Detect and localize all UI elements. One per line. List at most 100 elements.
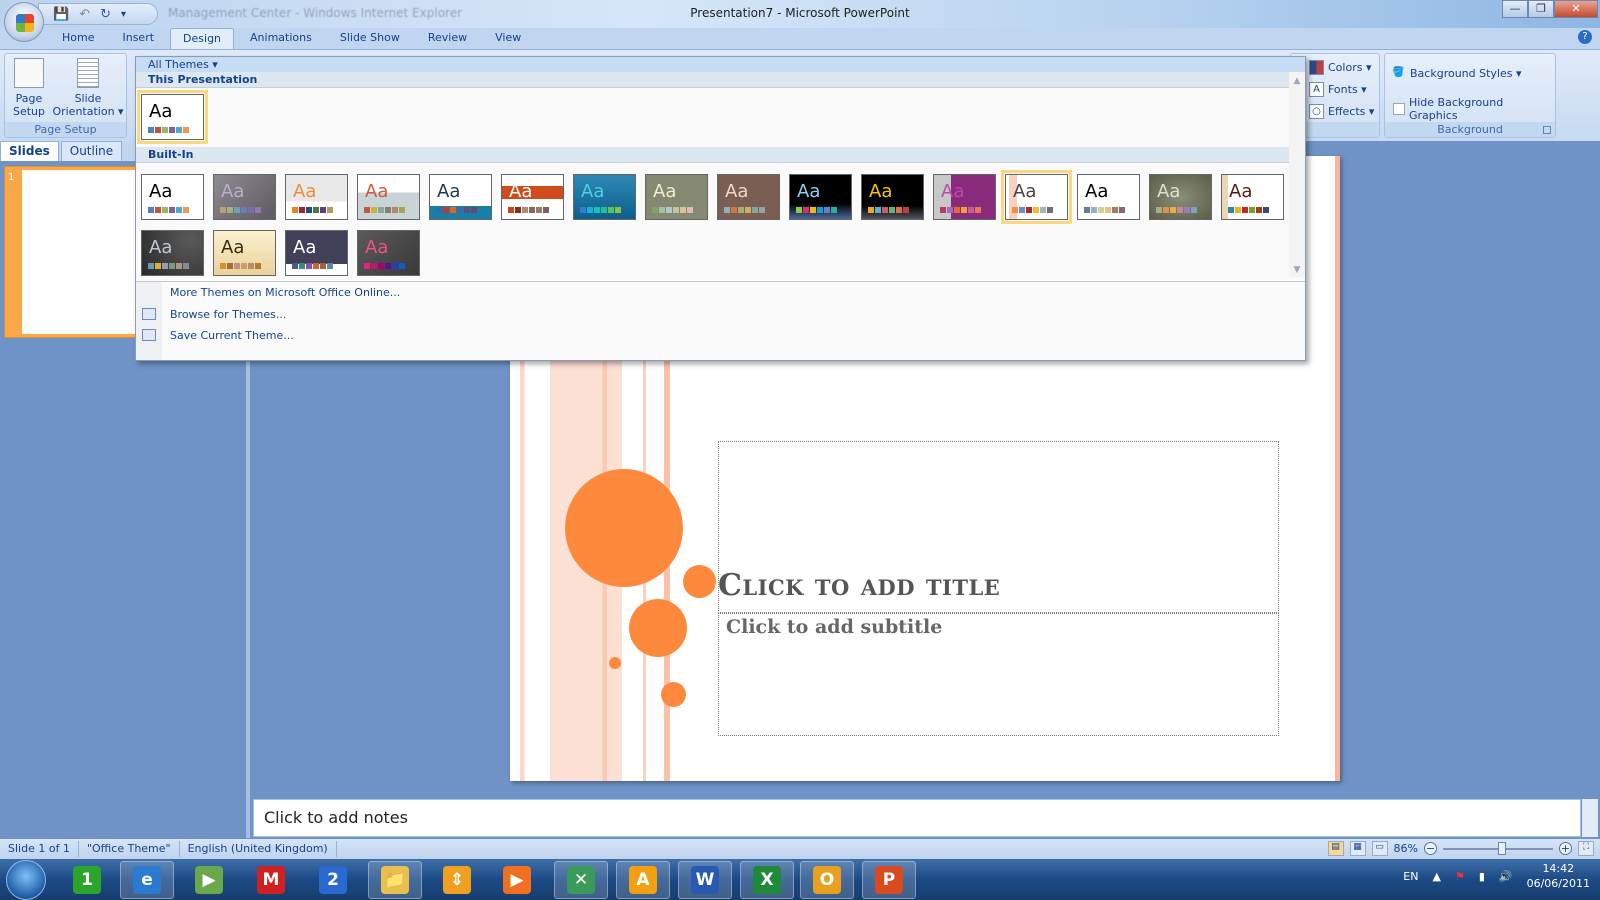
language-bar[interactable]: EN bbox=[1403, 870, 1418, 883]
theme-tile[interactable]: Aa bbox=[645, 174, 708, 220]
help-icon[interactable]: ? bbox=[1578, 30, 1592, 44]
taskbar-item[interactable]: ▶ bbox=[490, 861, 544, 899]
color-swatch bbox=[889, 207, 895, 213]
tab-slide-show[interactable]: Slide Show bbox=[328, 28, 412, 49]
taskbar-item[interactable]: ▶ bbox=[182, 861, 236, 899]
taskbar-item[interactable]: W bbox=[678, 861, 732, 899]
fonts-button[interactable]: A Fonts ▾ bbox=[1309, 82, 1367, 97]
color-swatch bbox=[227, 207, 233, 213]
theme-tile[interactable]: Aa bbox=[141, 174, 204, 220]
clock[interactable]: 14:42 06/06/2011 bbox=[1527, 861, 1590, 891]
slide-title[interactable]: Click to add title bbox=[718, 568, 1000, 603]
taskbar-item[interactable]: M bbox=[244, 861, 298, 899]
page-setup-button[interactable]: Page Setup bbox=[11, 58, 47, 118]
more-themes-online-link[interactable]: More Themes on Microsoft Office Online..… bbox=[170, 286, 400, 299]
restore-button[interactable]: ❐ bbox=[1528, 0, 1554, 18]
theme-tile[interactable]: Aa bbox=[501, 174, 564, 220]
browse-for-themes-link[interactable]: Browse for Themes... bbox=[170, 308, 286, 321]
tab-insert[interactable]: Insert bbox=[110, 28, 166, 49]
hide-background-graphics-checkbox[interactable]: Hide Background Graphics bbox=[1393, 96, 1555, 122]
tab-view[interactable]: View bbox=[483, 28, 533, 49]
paint-bucket-icon: 🪣 bbox=[1392, 67, 1405, 78]
effects-button[interactable]: ○ Effects ▾ bbox=[1309, 104, 1374, 119]
colors-button[interactable]: Colors ▾ bbox=[1309, 60, 1371, 75]
normal-view-icon[interactable]: ▤ bbox=[1327, 841, 1344, 856]
tab-review[interactable]: Review bbox=[416, 28, 479, 49]
all-themes-filter[interactable]: All Themes ▾ bbox=[136, 57, 1305, 72]
checkbox-icon bbox=[1393, 103, 1405, 115]
theme-tile[interactable]: Aa bbox=[213, 230, 276, 276]
zoom-out-icon[interactable]: − bbox=[1424, 842, 1437, 855]
theme-tile[interactable]: Aa bbox=[717, 174, 780, 220]
clock-date: 06/06/2011 bbox=[1526, 877, 1590, 890]
taskbar-item[interactable]: A bbox=[616, 861, 670, 899]
action-center-flag-icon[interactable]: ⚑ bbox=[1455, 870, 1465, 883]
theme-tile[interactable]: Aa bbox=[573, 174, 636, 220]
language-indicator[interactable]: English (United Kingdom) bbox=[180, 841, 337, 857]
fit-to-window-icon[interactable]: ⛶ bbox=[1578, 841, 1594, 856]
tab-outline[interactable]: Outline bbox=[60, 141, 123, 161]
color-swatch bbox=[1119, 207, 1125, 213]
zoom-slider-thumb[interactable] bbox=[1498, 841, 1507, 855]
close-button[interactable]: ✕ bbox=[1554, 0, 1598, 18]
theme-preview-text: Aa bbox=[1085, 181, 1109, 202]
taskbar-item[interactable]: 2 bbox=[306, 861, 360, 899]
taskbar-item[interactable]: O bbox=[800, 861, 854, 899]
theme-tile[interactable]: Aa bbox=[933, 174, 996, 220]
color-swatch bbox=[1047, 207, 1053, 213]
tab-slides[interactable]: Slides bbox=[0, 141, 59, 161]
show-hidden-icons-icon[interactable]: ▲ bbox=[1432, 870, 1440, 883]
scroll-down-icon[interactable]: ▼ bbox=[1289, 265, 1305, 275]
slide-orientation-button[interactable]: Slide Orientation ▾ bbox=[51, 58, 125, 118]
zoom-slider[interactable] bbox=[1443, 841, 1553, 855]
zoom-in-icon[interactable]: + bbox=[1559, 842, 1572, 855]
color-swatch bbox=[1256, 207, 1262, 213]
theme-tile[interactable]: Aa bbox=[1149, 174, 1212, 220]
slide-show-icon[interactable]: ▭ bbox=[1371, 841, 1388, 856]
power-icon[interactable]: ▮ bbox=[1479, 870, 1485, 883]
notes-input[interactable]: Click to add notes bbox=[253, 799, 1581, 837]
color-swatch bbox=[817, 207, 823, 213]
theme-tile[interactable]: Aa bbox=[285, 174, 348, 220]
start-button[interactable] bbox=[6, 860, 46, 900]
taskbar-item[interactable]: 📁 bbox=[368, 861, 422, 899]
background-styles-button[interactable]: 🪣 Background Styles ▾ bbox=[1391, 66, 1521, 81]
office-button[interactable] bbox=[4, 2, 44, 42]
color-swatch bbox=[529, 207, 535, 213]
taskbar-item[interactable]: P bbox=[862, 861, 916, 899]
tab-design[interactable]: Design bbox=[170, 28, 235, 49]
theme-tile[interactable]: Aa bbox=[141, 230, 204, 276]
tab-home[interactable]: Home bbox=[50, 28, 106, 49]
taskbar-item[interactable]: e bbox=[120, 861, 174, 899]
zoom-level[interactable]: 86% bbox=[1394, 842, 1418, 855]
slide-sorter-icon[interactable]: ▦ bbox=[1349, 841, 1366, 856]
theme-preview-text: Aa bbox=[293, 181, 317, 202]
taskbar-item[interactable]: 1 bbox=[60, 861, 114, 899]
taskbar-item[interactable]: ✕ bbox=[554, 861, 608, 899]
theme-tile[interactable]: Aa bbox=[1221, 174, 1284, 220]
minimize-button[interactable]: — bbox=[1502, 0, 1528, 18]
taskbar-item[interactable]: ⇕ bbox=[430, 861, 484, 899]
section-built-in: Built-In bbox=[136, 147, 1302, 163]
save-current-theme-link[interactable]: Save Current Theme... bbox=[170, 329, 294, 342]
volume-icon[interactable]: 🔊 bbox=[1499, 870, 1513, 883]
scrollbar[interactable] bbox=[1582, 799, 1598, 837]
theme-tile[interactable]: Aa bbox=[789, 174, 852, 220]
slide-subtitle[interactable]: Click to add subtitle bbox=[726, 616, 942, 638]
theme-tile[interactable]: Aa bbox=[861, 174, 924, 220]
scroll-up-icon[interactable]: ▲ bbox=[1289, 76, 1305, 86]
theme-tile-current[interactable]: Aa bbox=[137, 90, 208, 144]
theme-tile[interactable]: Aa bbox=[357, 174, 420, 220]
color-swatch bbox=[220, 207, 226, 213]
gallery-scrollbar[interactable]: ▲ ▼ bbox=[1289, 72, 1305, 277]
theme-tile[interactable]: Aa bbox=[285, 230, 348, 276]
theme-tile[interactable]: Aa bbox=[429, 174, 492, 220]
taskbar-item[interactable]: X bbox=[740, 861, 794, 899]
dialog-launcher-icon[interactable] bbox=[1543, 126, 1551, 134]
theme-tile[interactable]: Aa bbox=[213, 174, 276, 220]
theme-color-swatches bbox=[436, 207, 477, 213]
theme-tile[interactable]: Aa bbox=[1001, 170, 1072, 224]
theme-tile[interactable]: Aa bbox=[357, 230, 420, 276]
tab-animations[interactable]: Animations bbox=[238, 28, 324, 49]
theme-tile[interactable]: Aa bbox=[1077, 174, 1140, 220]
